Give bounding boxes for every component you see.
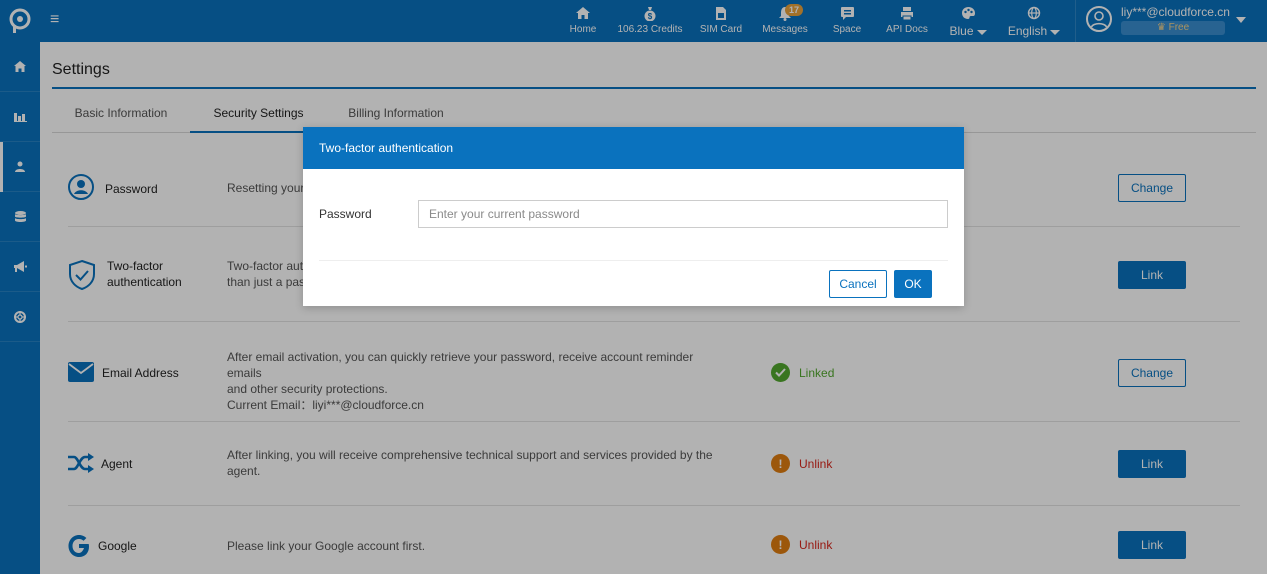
- ok-button[interactable]: OK: [894, 270, 932, 298]
- password-input[interactable]: [418, 200, 948, 228]
- two-factor-dialog: Two-factor authentication Password Cance…: [303, 127, 964, 306]
- cancel-button[interactable]: Cancel: [829, 270, 887, 298]
- password-label: Password: [319, 207, 372, 221]
- divider: [319, 260, 948, 261]
- dialog-title: Two-factor authentication: [303, 127, 964, 169]
